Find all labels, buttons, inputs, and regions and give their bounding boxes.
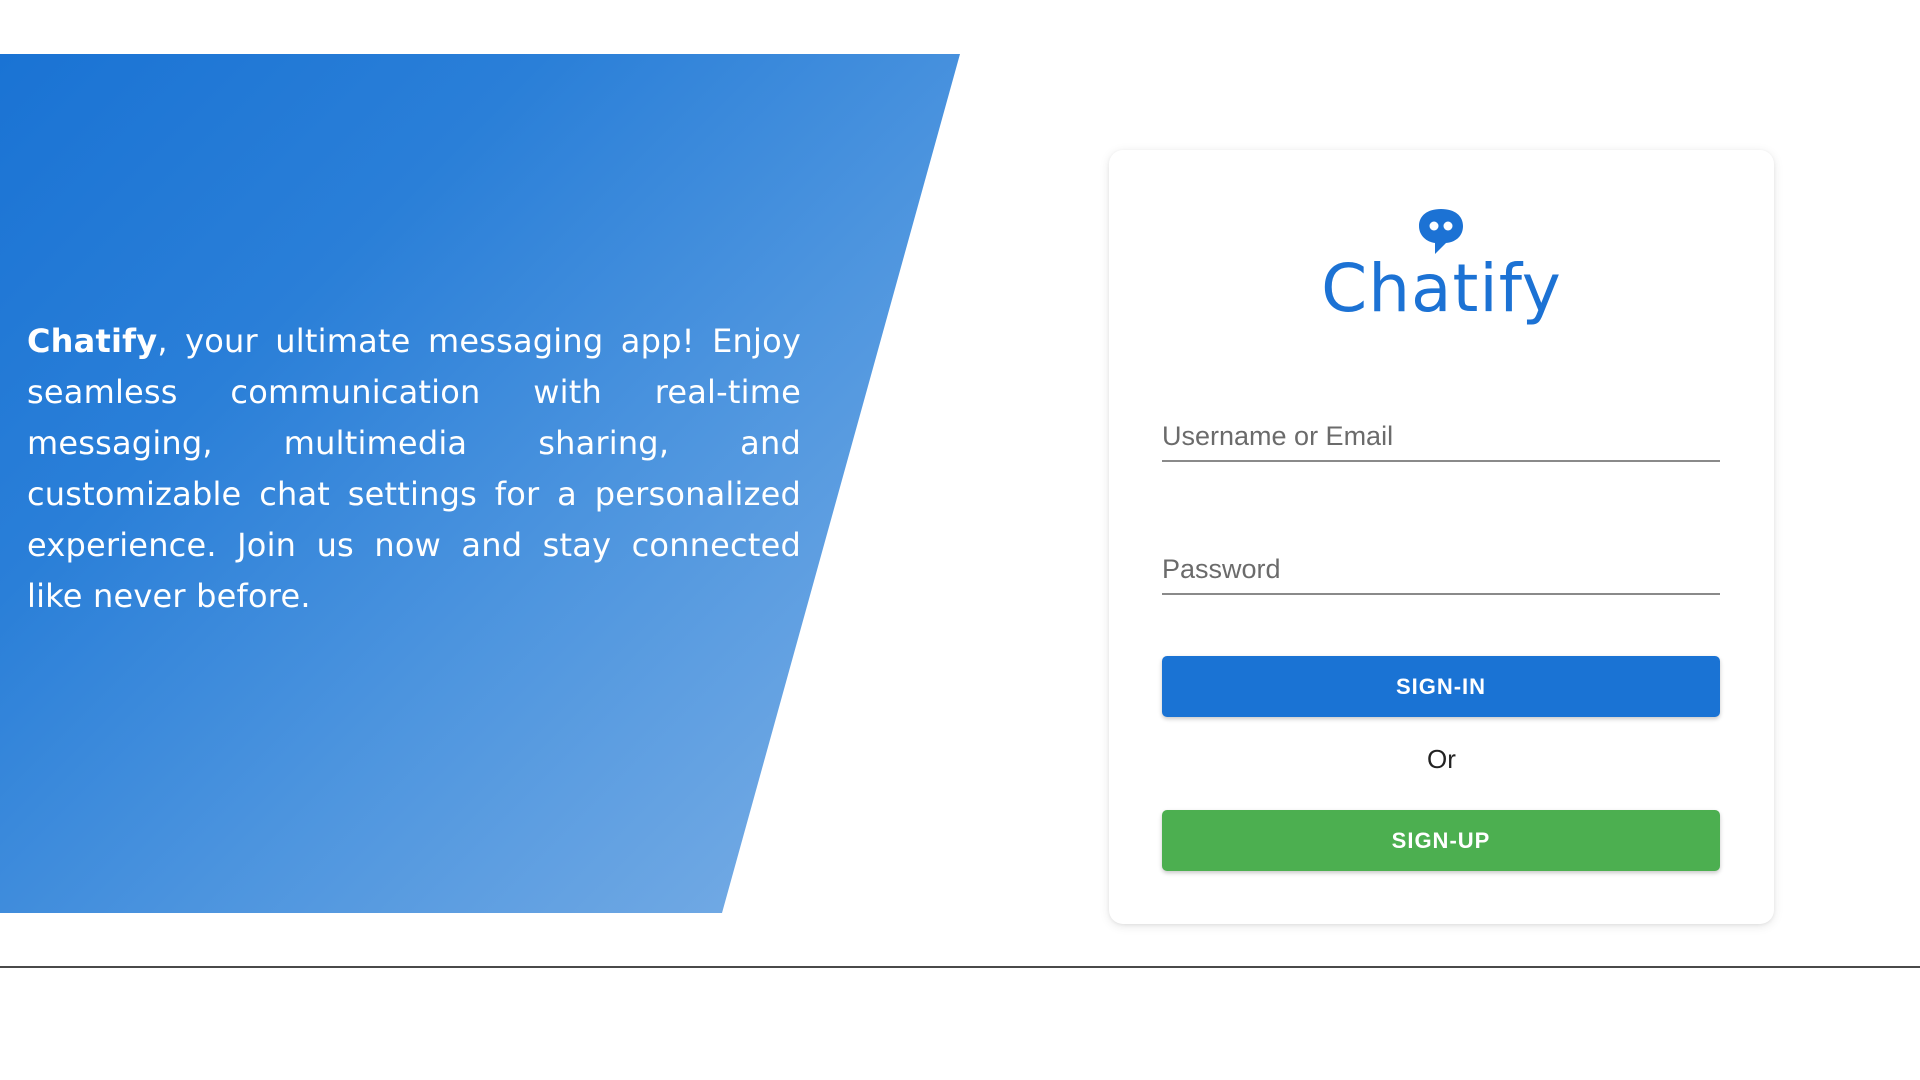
password-field[interactable] — [1162, 545, 1720, 595]
app-title: Chatify — [1321, 250, 1562, 327]
sign-in-button[interactable]: SIGN-IN — [1162, 656, 1720, 717]
bottom-divider-line — [0, 966, 1920, 968]
or-divider-text: Or — [1427, 744, 1456, 774]
login-card: Chatify SIGN-IN Or SIGN-UP — [1109, 150, 1774, 924]
hero-tagline: , your ultimate messaging app! Enjoy sea… — [27, 322, 801, 615]
page-stage: Chatify, your ultimate messaging app! En… — [0, 54, 1920, 968]
hero-brand-name: Chatify — [27, 322, 158, 360]
hero-description: Chatify, your ultimate messaging app! En… — [27, 316, 801, 622]
username-email-field[interactable] — [1162, 412, 1720, 462]
sign-up-button[interactable]: SIGN-UP — [1162, 810, 1720, 871]
